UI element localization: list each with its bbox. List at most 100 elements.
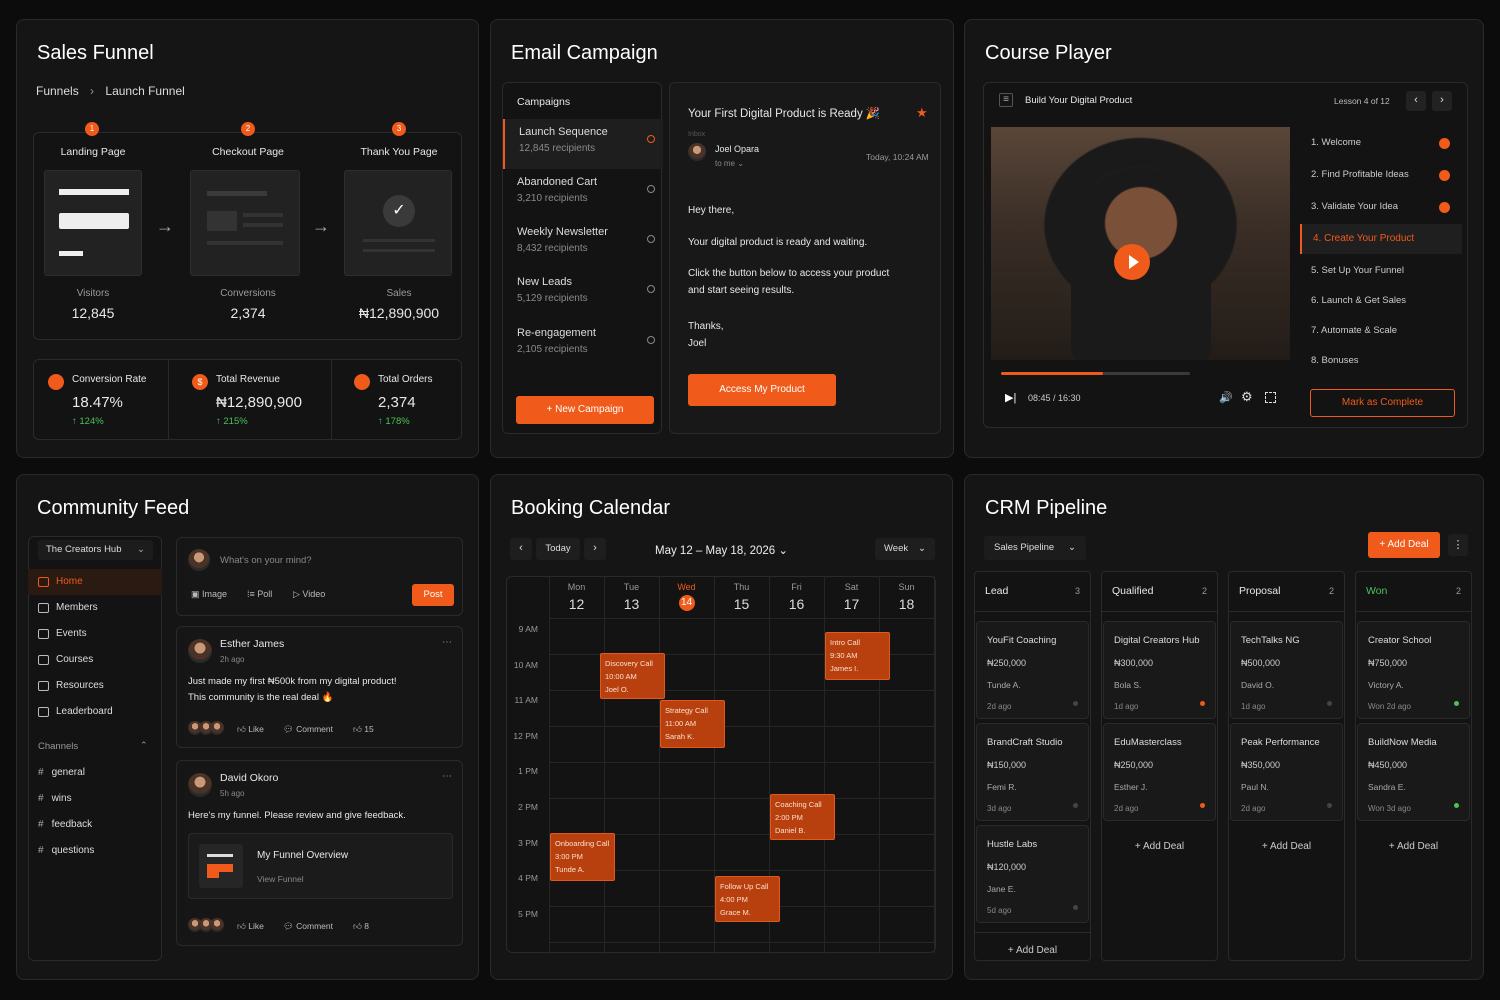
fullscreen-icon[interactable] — [1265, 392, 1276, 403]
lesson-item[interactable]: 1. Welcome — [1300, 128, 1462, 158]
time-label: 2 PM — [518, 802, 538, 812]
landing-page-thumbnail[interactable] — [44, 170, 142, 276]
channel-item[interactable]: # wins — [38, 793, 72, 804]
play-icon[interactable] — [1114, 244, 1150, 280]
deal-card[interactable]: TechTalks NG ₦500,000 David O. 1d ago — [1230, 621, 1343, 719]
deal-card[interactable]: YouFit Coaching ₦250,000 Tunde A. 2d ago — [976, 621, 1089, 719]
video-area[interactable] — [991, 127, 1290, 360]
nav-label: Courses — [56, 654, 94, 665]
channel-item[interactable]: # feedback — [38, 819, 92, 830]
lesson-item[interactable]: 3. Validate Your Idea — [1300, 192, 1462, 222]
deal-card[interactable]: Hustle Labs ₦120,000 Jane E. 5d ago — [976, 825, 1089, 923]
add-deal-link[interactable]: + Add Deal — [975, 932, 1090, 956]
lesson-item[interactable]: 8. Bonuses — [1300, 346, 1462, 376]
chevron-up-icon[interactable]: ⌃ — [140, 740, 148, 751]
add-deal-link[interactable]: + Add Deal — [1102, 841, 1217, 852]
post-button[interactable]: Post — [412, 584, 454, 606]
calendar-event[interactable]: Strategy Call 11:00 AM Sarah K. — [660, 700, 725, 748]
video-progress-track[interactable] — [1001, 372, 1190, 375]
post-author[interactable]: Esther James — [220, 638, 284, 650]
deal-card[interactable]: Creator School ₦750,000 Victory A. Won 2d a… — [1357, 621, 1470, 719]
more-icon[interactable]: ⋯ — [442, 637, 452, 648]
chevron-down-icon: ⌄ — [137, 544, 145, 555]
poll-icon: ⁞≡ — [247, 589, 258, 599]
view-selector[interactable]: Week ⌄ — [875, 538, 935, 560]
deal-card[interactable]: BuildNow Media ₦450,000 Sandra E. Won 3d ag… — [1357, 723, 1470, 821]
day-header[interactable]: Fri 16 — [769, 582, 824, 612]
pipeline-selector[interactable]: Sales Pipeline ⌄ — [984, 536, 1086, 560]
attachment-link[interactable]: View Funnel — [257, 874, 304, 884]
day-header[interactable]: Tue 13 — [604, 582, 659, 612]
image-button[interactable]: ▣ Image — [191, 589, 227, 600]
day-header[interactable]: Thu 15 — [714, 582, 769, 612]
more-vertical-icon[interactable]: ⋮ — [1448, 534, 1468, 556]
nav-leaderboard[interactable]: Leaderboard — [28, 699, 162, 725]
next-lesson-button[interactable]: › — [1432, 91, 1452, 111]
deal-card[interactable]: BrandCraft Studio ₦150,000 Femi R. 3d ago — [976, 723, 1089, 821]
lesson-item[interactable]: 6. Launch & Get Sales — [1300, 286, 1462, 316]
mark-complete-button[interactable]: Mark as Complete — [1310, 389, 1455, 417]
day-header[interactable]: Sat 17 — [824, 582, 879, 612]
next-week-button[interactable]: › — [584, 538, 606, 560]
lesson-label: 5. Set Up Your Funnel — [1311, 265, 1404, 276]
nav-events[interactable]: Events — [28, 621, 162, 647]
access-product-button[interactable]: Access My Product — [688, 374, 836, 406]
lesson-item[interactable]: 7. Automate & Scale — [1300, 316, 1462, 346]
deal-age: 1d ago — [1114, 702, 1139, 711]
channel-item[interactable]: # questions — [38, 845, 94, 856]
composer-input[interactable]: What's on your mind? — [220, 555, 312, 566]
poll-button[interactable]: ⁞≡ Poll — [247, 589, 272, 599]
campaign-item[interactable]: New Leads 5,129 recipients — [503, 269, 663, 319]
calendar-event[interactable]: Discovery Call 10:00 AM Joel O. — [600, 653, 665, 699]
today-button[interactable]: Today — [536, 538, 580, 560]
attached-funnel[interactable]: My Funnel Overview View Funnel — [188, 833, 453, 899]
previous-week-button[interactable]: ‹ — [510, 538, 532, 560]
add-deal-link[interactable]: + Add Deal — [1356, 841, 1471, 852]
more-icon[interactable]: ⋯ — [442, 771, 452, 782]
calendar-event[interactable]: Coaching Call 2:00 PM Daniel B. — [770, 794, 835, 840]
campaign-item[interactable]: Abandoned Cart 3,210 recipients — [503, 169, 663, 219]
add-deal-link[interactable]: + Add Deal — [1229, 841, 1344, 852]
deal-card[interactable]: EduMasterclass ₦250,000 Esther J. 2d ago — [1103, 723, 1216, 821]
lesson-item[interactable]: 2. Find Profitable Ideas — [1300, 160, 1462, 190]
settings-gear-icon[interactable]: ⚙ — [1241, 389, 1253, 405]
status-dot — [1073, 803, 1078, 808]
breadcrumb-funnels[interactable]: Funnels — [36, 84, 79, 98]
deal-card[interactable]: Peak Performance ₦350,000 Paul N. 2d ago — [1230, 723, 1343, 821]
like-button[interactable]: 👍︎ Like — [237, 921, 264, 932]
calendar-event[interactable]: Follow Up Call 4:00 PM Grace M. — [715, 876, 780, 922]
nav-courses[interactable]: Courses — [28, 647, 162, 673]
calendar-event[interactable]: Onboarding Call 3:00 PM Tunde A. — [550, 833, 615, 881]
hub-selector[interactable]: The Creators Hub ⌄ — [38, 540, 153, 560]
thank-you-page-thumbnail[interactable]: ✓ — [344, 170, 452, 276]
add-deal-button[interactable]: + Add Deal — [1368, 532, 1440, 558]
campaign-item[interactable]: Re-engagement 2,105 recipients — [503, 320, 663, 370]
lesson-item[interactable]: 5. Set Up Your Funnel — [1300, 256, 1462, 286]
video-button[interactable]: ▷ Video — [293, 589, 325, 600]
star-icon[interactable]: ★ — [916, 105, 928, 121]
channel-item[interactable]: # general — [38, 767, 85, 778]
calendar-event[interactable]: Intro Call 9:30 AM James I. — [825, 632, 890, 680]
day-header[interactable]: Mon 12 — [549, 582, 604, 612]
play-small-icon[interactable]: ▶| — [1005, 391, 1016, 404]
post-author[interactable]: David Okoro — [220, 772, 278, 784]
nav-home[interactable]: Home — [28, 569, 162, 595]
new-campaign-button[interactable]: + New Campaign — [516, 396, 654, 424]
checkout-page-thumbnail[interactable] — [190, 170, 300, 276]
lesson-item-active[interactable]: 4. Create Your Product — [1300, 224, 1462, 254]
comment-button[interactable]: 💬︎ Comment — [283, 724, 333, 735]
volume-icon[interactable]: 🔊 — [1219, 391, 1233, 404]
campaign-item[interactable]: Weekly Newsletter 8,432 recipients — [503, 219, 663, 269]
menu-icon[interactable]: ≡ — [999, 93, 1013, 107]
comment-button[interactable]: 💬︎ Comment — [283, 921, 333, 932]
day-header[interactable]: Sun 18 — [879, 582, 934, 612]
campaign-item[interactable]: Launch Sequence 12,845 recipients — [503, 119, 663, 169]
nav-members[interactable]: Members — [28, 595, 162, 621]
day-header[interactable]: Wed 14 — [659, 582, 714, 611]
previous-lesson-button[interactable]: ‹ — [1406, 91, 1426, 111]
nav-resources[interactable]: Resources — [28, 673, 162, 699]
deal-card[interactable]: Digital Creators Hub ₦300,000 Bola S. 1d ag… — [1103, 621, 1216, 719]
like-button[interactable]: 👍︎ Like — [237, 724, 264, 735]
date-range-picker[interactable]: May 12 – May 18, 2026 ⌄ — [655, 543, 788, 557]
email-recipient[interactable]: to me ⌄ — [715, 159, 744, 168]
